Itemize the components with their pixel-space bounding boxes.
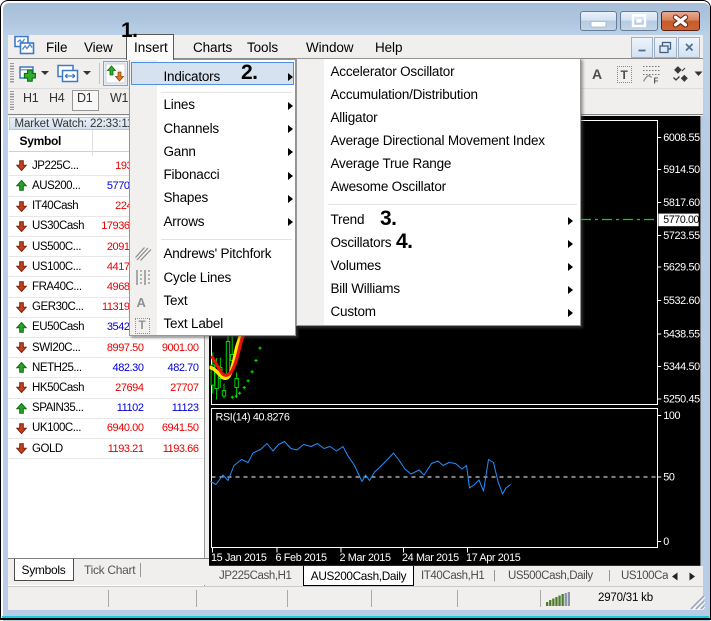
svg-text:5817.60: 5817.60 <box>663 197 700 209</box>
svg-text:24 Mar 2015: 24 Mar 2015 <box>402 552 459 564</box>
svg-text:5723.55: 5723.55 <box>663 230 700 242</box>
svg-text:RSI(14) 40.8276: RSI(14) 40.8276 <box>216 411 290 423</box>
svg-text:2 Mar 2015: 2 Mar 2015 <box>340 552 391 564</box>
svg-text:5629.50: 5629.50 <box>663 261 700 273</box>
svg-text:5438.55: 5438.55 <box>663 328 700 340</box>
svg-text:0: 0 <box>663 536 669 548</box>
svg-text:6 Feb 2015: 6 Feb 2015 <box>276 552 327 564</box>
svg-text:50: 50 <box>663 471 675 483</box>
svg-text:5770.00: 5770.00 <box>663 214 699 226</box>
svg-text:F: F <box>654 77 659 86</box>
svg-text:17 Apr 2015: 17 Apr 2015 <box>466 552 521 564</box>
svg-text:6008.55: 6008.55 <box>663 132 700 144</box>
svg-text:5914.50: 5914.50 <box>663 164 700 176</box>
svg-text:5532.60: 5532.60 <box>663 295 700 307</box>
svg-text:100: 100 <box>663 410 680 422</box>
svg-text:5344.50: 5344.50 <box>663 361 700 373</box>
svg-text:5250.45: 5250.45 <box>663 393 700 405</box>
svg-text:15 Jan 2015: 15 Jan 2015 <box>211 552 267 564</box>
